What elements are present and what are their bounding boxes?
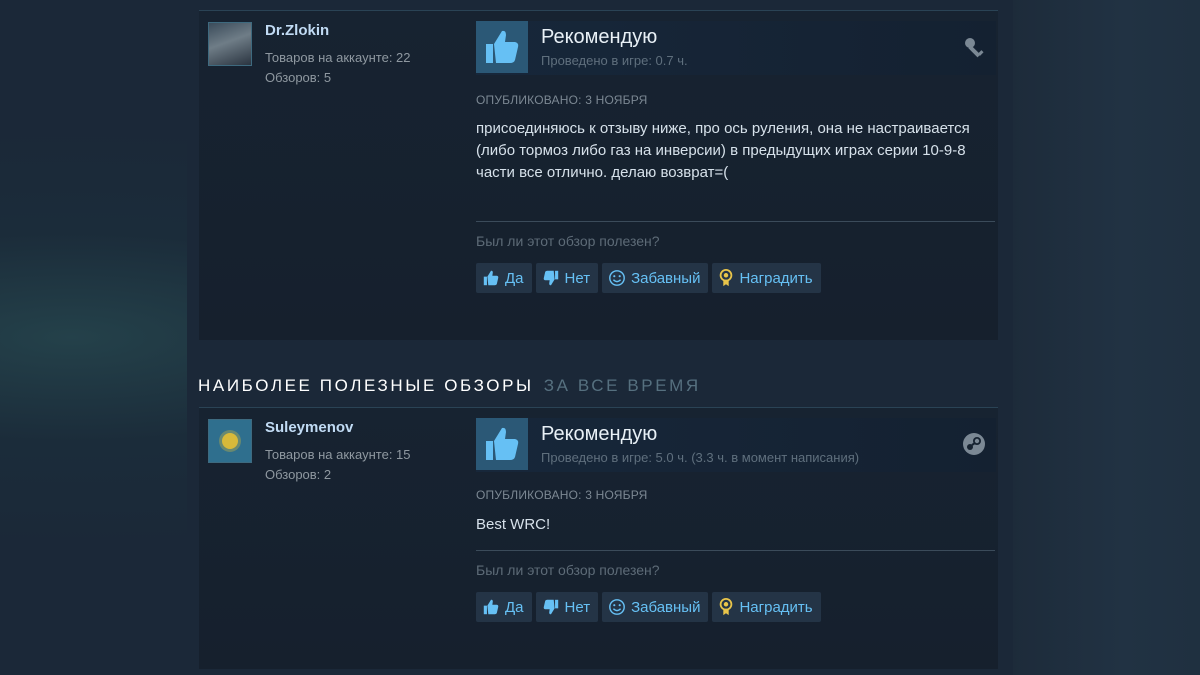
vote-header[interactable]: Рекомендую Проведено в игре: 0.7 ч. — [476, 21, 996, 75]
author-products[interactable]: Товаров на аккаунте: 15 — [265, 445, 411, 465]
award-label: Наградить — [739, 269, 813, 287]
vote-funny-label: Забавный — [631, 598, 701, 616]
award-medal-icon — [718, 598, 734, 616]
smiley-icon — [608, 598, 626, 616]
author-name[interactable]: Dr.Zlokin — [265, 22, 411, 39]
verdict-title: Рекомендую — [541, 26, 658, 48]
key-icon — [962, 35, 986, 64]
page-backdrop-right — [1010, 0, 1200, 675]
vote-funny-button[interactable]: Забавный — [602, 592, 709, 622]
vote-buttons: Да Нет Забавный Наградить — [476, 592, 821, 622]
vote-yes-button[interactable]: Да — [476, 592, 532, 622]
helpful-question: Был ли этот обзор полезен? — [476, 233, 660, 249]
award-medal-icon — [718, 269, 734, 287]
vote-no-button[interactable]: Нет — [535, 263, 599, 293]
thumbs-down-icon — [542, 598, 560, 616]
author-products[interactable]: Товаров на аккаунте: 22 — [265, 48, 411, 68]
card-top-border — [199, 10, 998, 11]
vote-funny-label: Забавный — [631, 269, 701, 287]
thumbs-up-icon — [482, 598, 500, 616]
review-body: присоединяюсь к отзыву ниже, про ось рул… — [476, 120, 970, 181]
avatar[interactable] — [208, 419, 252, 463]
thumbs-up-icon — [482, 269, 500, 287]
review-card: Suleymenov Товаров на аккаунте: 15 Обзор… — [199, 407, 998, 669]
award-label: Наградить — [739, 598, 813, 616]
review-body: Best WRC! — [476, 516, 551, 533]
verdict-title: Рекомендую — [541, 423, 658, 445]
posted-date: ОПУБЛИКОВАНО: 3 НОЯБРЯ — [476, 488, 648, 502]
playtime: Проведено в игре: 5.0 ч. (3.3 ч. в момен… — [541, 450, 860, 465]
section-subtitle: ЗА ВСЕ ВРЕМЯ — [543, 376, 701, 395]
vote-header[interactable]: Рекомендую Проведено в игре: 5.0 ч. (3.3… — [476, 418, 996, 472]
vote-no-label: Нет — [564, 598, 591, 616]
sun-emblem-icon — [222, 433, 238, 449]
helpful-question: Был ли этот обзор полезен? — [476, 562, 660, 578]
steam-icon — [962, 432, 986, 461]
thumbs-down-icon — [542, 269, 560, 287]
author-review-count[interactable]: Обзоров: 2 — [265, 465, 411, 485]
author-name[interactable]: Suleymenov — [265, 419, 411, 436]
review-card: Dr.Zlokin Товаров на аккаунте: 22 Обзоро… — [199, 10, 998, 340]
vote-funny-button[interactable]: Забавный — [602, 263, 709, 293]
vote-yes-label: Да — [505, 269, 524, 287]
avatar[interactable] — [208, 22, 252, 66]
author-review-count[interactable]: Обзоров: 5 — [265, 68, 411, 88]
posted-date: ОПУБЛИКОВАНО: 3 НОЯБРЯ — [476, 93, 648, 107]
award-button[interactable]: Наградить — [712, 592, 821, 622]
award-button[interactable]: Наградить — [712, 263, 821, 293]
card-top-border — [199, 407, 998, 408]
vote-no-button[interactable]: Нет — [535, 592, 599, 622]
section-heading: НАИБОЛЕЕ ПОЛЕЗНЫЕ ОБЗОРЫ ЗА ВСЕ ВРЕМЯ — [198, 376, 701, 396]
author-info: Dr.Zlokin Товаров на аккаунте: 22 Обзоро… — [265, 22, 411, 88]
thumbs-up-icon — [476, 418, 528, 470]
divider — [476, 221, 995, 222]
divider — [476, 550, 995, 551]
section-title: НАИБОЛЕЕ ПОЛЕЗНЫЕ ОБЗОРЫ — [198, 376, 534, 395]
vote-yes-button[interactable]: Да — [476, 263, 532, 293]
thumbs-up-icon — [476, 21, 528, 73]
playtime: Проведено в игре: 0.7 ч. — [541, 53, 688, 68]
author-info: Suleymenov Товаров на аккаунте: 15 Обзор… — [265, 419, 411, 485]
vote-yes-label: Да — [505, 598, 524, 616]
smiley-icon — [608, 269, 626, 287]
vote-no-label: Нет — [564, 269, 591, 287]
vote-buttons: Да Нет Забавный Наградить — [476, 263, 821, 293]
